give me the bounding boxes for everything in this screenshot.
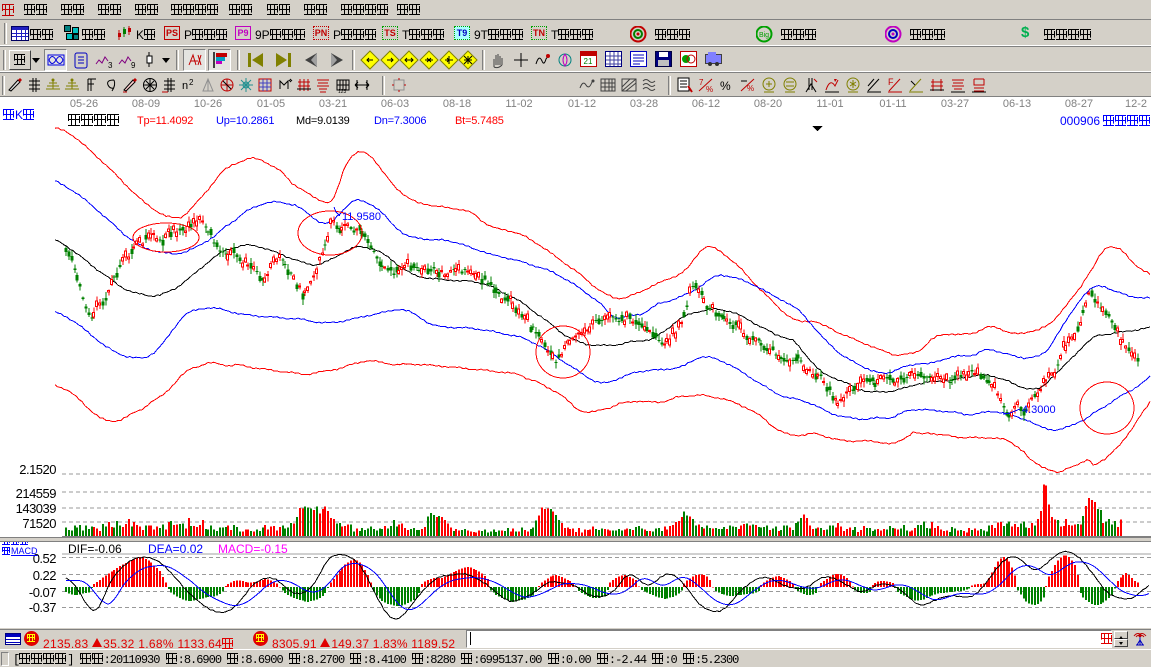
- svg-text:7: 7: [699, 78, 704, 87]
- svg-text:123: 123: [338, 89, 347, 94]
- svg-text:08-20: 08-20: [754, 98, 782, 110]
- svg-text:%: %: [720, 79, 731, 93]
- svg-text:9: 9: [131, 61, 136, 70]
- svg-text:08-18: 08-18: [443, 98, 471, 110]
- svg-text:11-02: 11-02: [505, 98, 532, 110]
- svg-text:%: %: [706, 85, 713, 94]
- svg-text:Big: Big: [759, 32, 769, 39]
- svg-text:12-2: 12-2: [1125, 98, 1147, 110]
- svg-text:01-12: 01-12: [568, 98, 596, 110]
- svg-text:4.3000: 4.3000: [1022, 404, 1056, 416]
- svg-text:2: 2: [189, 78, 194, 87]
- svg-text:06-03: 06-03: [381, 98, 409, 110]
- svg-text:10-26: 10-26: [194, 98, 222, 110]
- svg-text:11-01: 11-01: [816, 98, 843, 110]
- svg-text:01-11: 01-11: [879, 98, 906, 110]
- svg-text:05-26: 05-26: [70, 98, 98, 110]
- svg-text:03-28: 03-28: [630, 98, 658, 110]
- svg-text:F: F: [888, 77, 894, 87]
- svg-text:n: n: [182, 80, 188, 92]
- svg-text:21: 21: [584, 57, 593, 66]
- svg-text:11.9580: 11.9580: [342, 211, 381, 223]
- svg-text:%: %: [747, 84, 754, 93]
- svg-text:06-12: 06-12: [692, 98, 720, 110]
- svg-text:06-13: 06-13: [1003, 98, 1031, 110]
- svg-text:08-27: 08-27: [1065, 98, 1093, 110]
- svg-text:3: 3: [108, 61, 113, 70]
- svg-text:08-09: 08-09: [132, 98, 160, 110]
- svg-text:01-05: 01-05: [257, 98, 285, 110]
- svg-text:03-27: 03-27: [941, 98, 969, 110]
- svg-text:03-21: 03-21: [319, 98, 347, 110]
